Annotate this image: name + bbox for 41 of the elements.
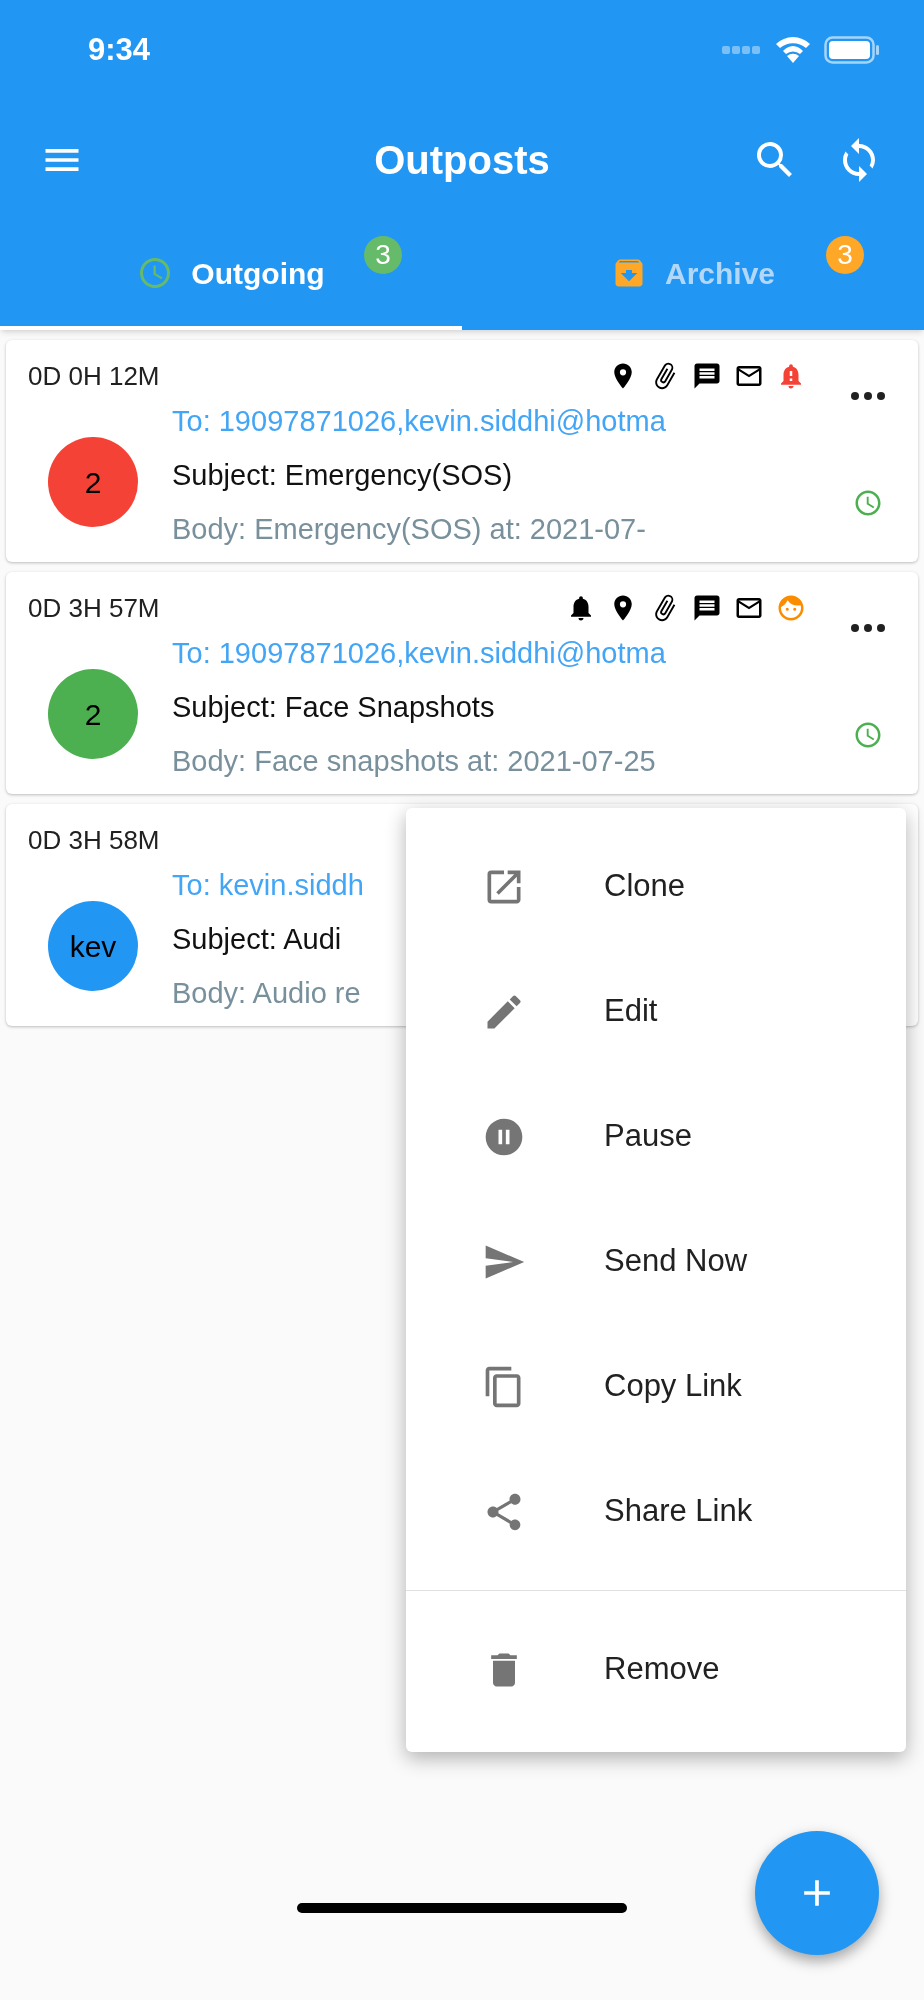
elapsed-time: 0D 3H 58M — [28, 823, 160, 857]
recipients: To: 19097871026,kevin.siddhi@hotma — [172, 636, 666, 671]
message-icon — [692, 593, 722, 623]
clock-icon — [853, 720, 883, 750]
more-button[interactable] — [851, 624, 885, 632]
avatar: 2 — [48, 669, 138, 759]
message-card[interactable]: 0D 0H 12M 2 To: 19097871026,kevin.siddhi@hotma Subject: Emergency(SOS) Body: Emergency(SOS) at: 2021-07- — [6, 340, 918, 562]
wifi-icon — [776, 37, 810, 63]
status-time: 9:34 — [88, 30, 151, 69]
body-preview: Body: Audio re — [172, 976, 362, 1011]
menu-item[interactable]: Edit — [406, 949, 906, 1074]
message-icon — [692, 361, 722, 391]
more-icon — [851, 392, 885, 400]
clock-icon — [853, 488, 883, 518]
battery-icon — [824, 36, 880, 64]
menu-item[interactable]: Clone — [406, 824, 906, 949]
subject: Subject: Face Snapshots — [172, 690, 496, 725]
menu-item[interactable]: Copy Link — [406, 1324, 906, 1449]
signal-icon — [722, 45, 762, 55]
elapsed-time: 0D 3H 57M — [28, 591, 160, 625]
menu-item[interactable]: Share Link — [406, 1449, 906, 1574]
face-icon — [776, 593, 806, 623]
menu-item[interactable]: Send Now — [406, 1199, 906, 1324]
recipients: To: kevin.siddh — [172, 868, 364, 903]
count-badge: 3 — [364, 236, 402, 274]
recipients: To: 19097871026,kevin.siddhi@hotma — [172, 404, 666, 439]
body-preview: Body: Emergency(SOS) at: 2021-07- — [172, 512, 647, 547]
add-button[interactable] — [755, 1831, 879, 1955]
menu-item[interactable]: Pause — [406, 1074, 906, 1199]
subject: Subject: Audi — [172, 922, 343, 957]
app-title: Outposts — [373, 137, 551, 184]
more-icon — [851, 624, 885, 632]
avatar: 2 — [48, 437, 138, 527]
menu-item[interactable]: Remove — [406, 1607, 906, 1732]
more-button[interactable] — [851, 392, 885, 400]
elapsed-time: 0D 0H 12M — [28, 359, 160, 393]
body-preview: Body: Face snapshots at: 2021-07-25 — [172, 744, 657, 779]
subject: Subject: Emergency(SOS) — [172, 458, 514, 493]
count-badge: 3 — [826, 236, 864, 274]
avatar: kev — [48, 901, 138, 991]
message-card[interactable]: 0D 3H 57M 2 To: 19097871026,kevin.siddhi@hotma Subject: Face Snapshots Body: Face snapshots at: 2021-07-25 — [6, 572, 918, 794]
